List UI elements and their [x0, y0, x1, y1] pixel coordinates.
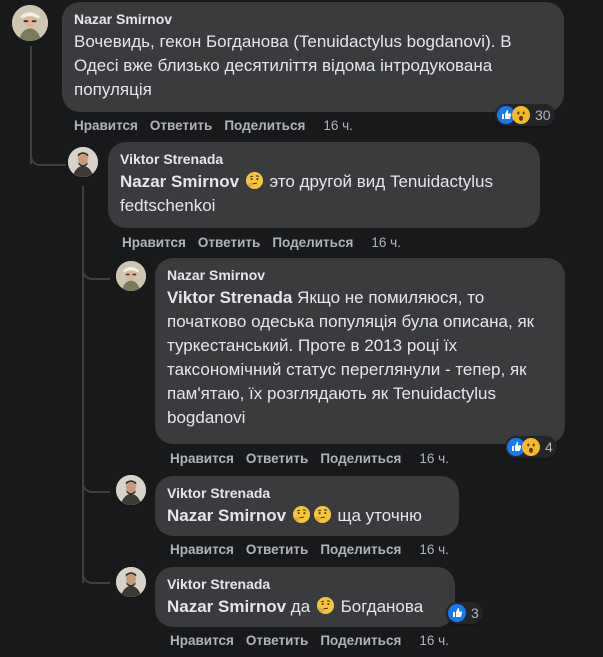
avatar[interactable]: [116, 261, 146, 291]
timestamp[interactable]: 16 ч.: [419, 451, 449, 466]
share-button[interactable]: Поделиться: [224, 118, 305, 133]
like-button[interactable]: Нравится: [122, 235, 186, 250]
share-button[interactable]: Поделиться: [320, 542, 401, 557]
timestamp[interactable]: 16 ч.: [371, 235, 401, 250]
timestamp[interactable]: 16 ч.: [323, 118, 353, 133]
comment-actions: Нравится Ответить Поделиться 16 ч.: [122, 235, 413, 250]
reaction-count: 30: [535, 107, 551, 123]
reaction-summary[interactable]: 30: [495, 104, 555, 126]
reaction-summary[interactable]: 3: [446, 602, 483, 624]
reply-button[interactable]: Ответить: [198, 235, 260, 250]
comment-text: Nazar Smirnov это другой вид Tenuidactyl…: [120, 170, 528, 218]
thread-connector: [82, 566, 110, 584]
mention-link[interactable]: Viktor Strenada: [167, 288, 292, 307]
comment-author[interactable]: Viktor Strenada: [167, 485, 447, 502]
reaction-count: 3: [471, 605, 479, 621]
mention-link[interactable]: Nazar Smirnov: [167, 506, 286, 525]
comment-text-body: Якщо не помиляюся, то початково одеська …: [167, 288, 535, 427]
comment-author[interactable]: Nazar Smirnov: [74, 11, 552, 28]
comment-bubble: Nazar Smirnov Вочевидь, гекон Богданова …: [62, 2, 564, 112]
reply-button[interactable]: Ответить: [246, 633, 308, 648]
timestamp[interactable]: 16 ч.: [419, 542, 449, 557]
mention-link[interactable]: Nazar Smirnov: [120, 172, 239, 191]
comment-text-body: ща уточню: [337, 506, 422, 525]
like-button[interactable]: Нравится: [170, 451, 234, 466]
timestamp[interactable]: 16 ч.: [419, 633, 449, 648]
thinking-face-icon: [292, 505, 311, 524]
thinking-face-icon: [316, 596, 335, 615]
reply-button[interactable]: Ответить: [246, 542, 308, 557]
mention-link[interactable]: Nazar Smirnov: [167, 597, 286, 616]
reaction-summary[interactable]: 4: [505, 436, 557, 458]
avatar[interactable]: [116, 567, 146, 597]
comment-text: Nazar Smirnov да Богданова: [167, 595, 443, 619]
comment-actions: Нравится Ответить Поделиться 16 ч.: [74, 118, 365, 133]
comment-actions: Нравится Ответить Поделиться 16 ч.: [170, 542, 461, 557]
share-button[interactable]: Поделиться: [320, 633, 401, 648]
comment-bubble: Nazar Smirnov Viktor Strenada Якщо не по…: [155, 258, 565, 444]
reply-button[interactable]: Ответить: [246, 451, 308, 466]
comment-bubble: Viktor Strenada Nazar Smirnov это другой…: [108, 142, 540, 228]
share-button[interactable]: Поделиться: [272, 235, 353, 250]
thread-line-level1: [82, 186, 84, 583]
wow-icon: [522, 438, 540, 456]
thread-connector: [82, 475, 110, 493]
comment-text-prefix: да: [290, 597, 311, 616]
like-button[interactable]: Нравится: [170, 633, 234, 648]
comment-bubble: Viktor Strenada Nazar Smirnov ща уточню: [155, 476, 459, 536]
comment-author[interactable]: Viktor Strenada: [120, 151, 528, 168]
wow-icon: [512, 106, 530, 124]
share-button[interactable]: Поделиться: [320, 451, 401, 466]
avatar[interactable]: [12, 5, 48, 41]
thinking-face-icon: [313, 505, 332, 524]
like-button[interactable]: Нравится: [74, 118, 138, 133]
comment-author[interactable]: Nazar Smirnov: [167, 267, 553, 284]
thinking-face-icon: [245, 171, 264, 190]
comment-actions: Нравится Ответить Поделиться 16 ч.: [170, 633, 461, 648]
comment-author[interactable]: Viktor Strenada: [167, 576, 443, 593]
thread-connector: [82, 262, 110, 280]
comment-text: Вочевидь, гекон Богданова (Tenuidactylus…: [74, 32, 512, 99]
reply-button[interactable]: Ответить: [150, 118, 212, 133]
avatar[interactable]: [116, 475, 146, 505]
like-button[interactable]: Нравится: [170, 542, 234, 557]
reaction-count: 4: [545, 439, 553, 455]
comment-text: Viktor Strenada Якщо не помиляюся, то по…: [167, 286, 553, 430]
comment-bubble: Viktor Strenada Nazar Smirnov да Богдано…: [155, 567, 455, 627]
comment-text: Nazar Smirnov ща уточню: [167, 504, 447, 528]
thread-connector: [30, 146, 66, 166]
avatar[interactable]: [68, 147, 98, 177]
comment-text-body: Богданова: [340, 597, 424, 616]
comment-actions: Нравится Ответить Поделиться 16 ч.: [170, 451, 461, 466]
like-icon: [448, 604, 466, 622]
